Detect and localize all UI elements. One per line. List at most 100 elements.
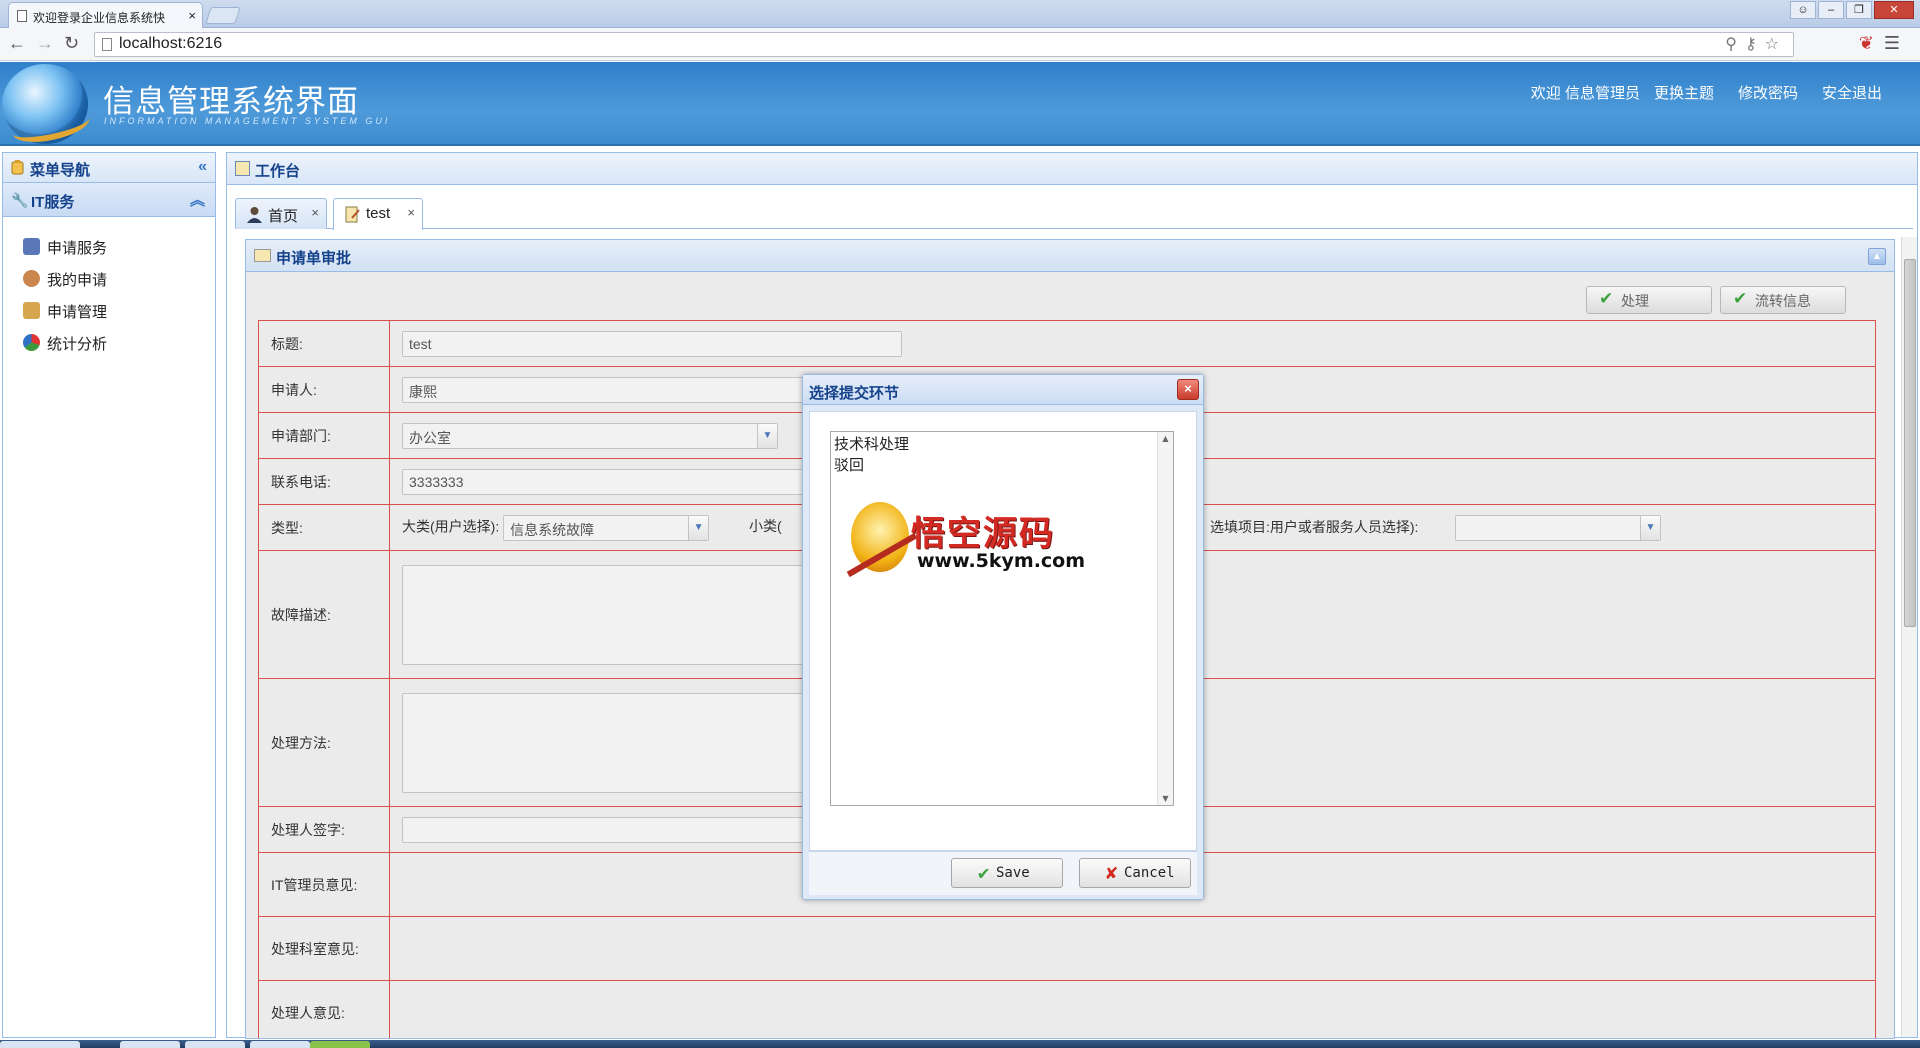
title-label: 标题: (258, 320, 390, 367)
dialog-close-icon[interactable]: × (1177, 379, 1199, 400)
workbench-scrollbar[interactable] (1901, 237, 1917, 1037)
address-bar[interactable]: localhost:6216 ⚲⚷☆ (94, 32, 1794, 57)
department-select[interactable]: 办公室 ▼ (402, 422, 778, 449)
accordion-toggle-icon[interactable]: ︽ (190, 189, 205, 210)
flow-info-button-label: 流转信息 (1755, 293, 1811, 309)
app-subtitle: INFORMATION MANAGEMENT SYSTEM GUI (104, 116, 391, 126)
browser-tabstrip: 欢迎登录企业信息系统快 × ☺ – ❐ ✕ (0, 0, 1920, 28)
user-profile-icon[interactable]: ☺ (1790, 1, 1816, 19)
major-type-select[interactable]: 信息系统故障 ▼ (503, 514, 710, 541)
department-label: 申请部门: (258, 412, 390, 459)
workbench-title: 工作台 (255, 163, 301, 180)
manage-icon (23, 302, 40, 319)
key-icon[interactable]: ⚷ (1745, 36, 1765, 53)
fill-item-label: 选填项目:用户或者服务人员选择): (1210, 519, 1419, 535)
reload-icon[interactable]: ↻ (64, 33, 79, 54)
title-field[interactable]: test (402, 330, 902, 357)
logout-link[interactable]: 安全退出 (1822, 82, 1882, 103)
minimize-button[interactable]: – (1818, 1, 1844, 19)
restore-button[interactable]: ❐ (1846, 1, 1872, 19)
scrollbar-thumb[interactable] (1904, 259, 1916, 627)
tab-label: 首页 (268, 208, 299, 225)
signer-field[interactable] (402, 816, 822, 843)
cancel-button-label: Cancel (1124, 865, 1175, 881)
panel-collapse-icon[interactable]: ▲ (1868, 248, 1886, 265)
process-button[interactable]: ✔ 处理 (1586, 286, 1712, 314)
watermark-text: 悟空源码 (911, 514, 1055, 554)
sidebar-item-statistics[interactable]: 统计分析 (3, 326, 215, 358)
menu-nav-icon (11, 160, 24, 175)
pie-chart-icon (23, 334, 40, 351)
page-tabbar: 首页 × test × (235, 195, 1913, 230)
address-text: localhost:6216 (119, 35, 223, 52)
bookmark-star-icon[interactable]: ☆ (1765, 36, 1787, 53)
form-panel-title: 申请单审批 (276, 250, 352, 267)
taskbar-app[interactable] (120, 1041, 180, 1048)
change-theme-link[interactable]: 更换主题 (1654, 82, 1714, 103)
dialog-footer: ✔ Save ✘ Cancel (809, 851, 1197, 895)
apply-service-icon (23, 238, 40, 255)
taskbar-app[interactable] (250, 1041, 310, 1048)
major-type-value: 信息系统故障 (510, 521, 595, 538)
save-button[interactable]: ✔ Save (951, 858, 1063, 888)
method-textarea[interactable] (402, 692, 822, 793)
forward-icon[interactable]: → (36, 33, 54, 54)
step-option-technical[interactable]: 技术科处理 (834, 434, 1170, 455)
sidebar: 菜单导航 « 🔧 IT服务 ︽ 申请服务 我的申请 申请管理 统计分析 (2, 152, 216, 1038)
accordion-title: IT服务 (31, 194, 75, 211)
sidebar-header: 菜单导航 « (3, 153, 215, 183)
taskbar-app[interactable] (185, 1041, 245, 1048)
browser-tab-title: 欢迎登录企业信息系统快 (33, 11, 166, 25)
select-step-dialog: 选择提交环节 × 技术科处理 驳回 ▲ ▼ 悟空源码 www.5kym.com ✔… (802, 374, 1204, 900)
fault-desc-label: 故障描述: (258, 550, 390, 679)
wrench-icon: 🔧 (11, 192, 29, 208)
back-icon[interactable]: ← (8, 33, 26, 54)
sidebar-collapse-icon[interactable]: « (198, 158, 207, 176)
flow-info-button[interactable]: ✔ 流转信息 (1720, 286, 1846, 314)
chevron-down-icon[interactable]: ▼ (757, 423, 777, 448)
extension-icon[interactable]: ❦ (1859, 33, 1884, 53)
user-icon (23, 270, 40, 287)
window-close-button[interactable]: ✕ (1874, 1, 1914, 19)
form-panel-header: 申请单审批 ▲ (246, 240, 1894, 272)
change-password-link[interactable]: 修改密码 (1738, 82, 1798, 103)
sidebar-item-apply-service[interactable]: 申请服务 (3, 230, 215, 262)
step-option-reject[interactable]: 驳回 (834, 455, 1170, 476)
sidebar-item-label: 统计分析 (47, 336, 108, 353)
start-button[interactable] (0, 1041, 80, 1048)
browser-menu-area: ❦☰ (1859, 33, 1910, 54)
fill-item-select[interactable]: ▼ (1455, 515, 1661, 541)
monkey-logo-icon (851, 502, 909, 572)
check-icon: ✔ (1599, 289, 1614, 308)
tab-close-icon[interactable]: × (311, 205, 319, 220)
save-button-label: Save (996, 865, 1030, 881)
chevron-down-icon[interactable]: ▼ (1640, 516, 1660, 540)
sidebar-item-label: 我的申请 (47, 272, 108, 289)
zoom-icon[interactable]: ⚲ (1725, 36, 1745, 53)
listbox-scrollbar[interactable]: ▲ ▼ (1157, 432, 1173, 805)
process-button-label: 处理 (1621, 293, 1649, 309)
taskbar-app[interactable] (310, 1041, 370, 1048)
handler-opinion-label: 处理人意见: (258, 980, 390, 1038)
accordion-it-service[interactable]: 🔧 IT服务 ︽ (3, 183, 215, 217)
dialog-title: 选择提交环节 (809, 385, 900, 402)
section-opinion-label: 处理科室意见: (258, 916, 390, 981)
tab-label: test (366, 205, 391, 222)
cancel-button[interactable]: ✘ Cancel (1079, 858, 1191, 888)
menu-icon[interactable]: ☰ (1884, 33, 1910, 53)
tab-test[interactable]: test × (333, 198, 423, 230)
tab-close-icon[interactable]: × (407, 205, 415, 220)
sidebar-item-application-management[interactable]: 申请管理 (3, 294, 215, 326)
browser-tab[interactable]: 欢迎登录企业信息系统快 × (8, 2, 203, 28)
method-label: 处理方法: (258, 678, 390, 807)
sidebar-item-my-applications[interactable]: 我的申请 (3, 262, 215, 294)
step-listbox[interactable]: 技术科处理 驳回 ▲ ▼ 悟空源码 www.5kym.com (830, 431, 1174, 806)
tab-home[interactable]: 首页 × (235, 198, 327, 229)
browser-tab-close-icon[interactable]: × (188, 8, 196, 23)
chevron-down-icon[interactable]: ▼ (688, 515, 709, 540)
omnibox-actions: ⚲⚷☆ (1725, 34, 1787, 54)
fault-desc-textarea[interactable] (402, 564, 822, 665)
welcome-text: 欢迎 信息管理员 (1530, 85, 1640, 102)
new-tab-button[interactable] (205, 7, 241, 24)
watermark-url: www.5kym.com (917, 550, 1086, 572)
